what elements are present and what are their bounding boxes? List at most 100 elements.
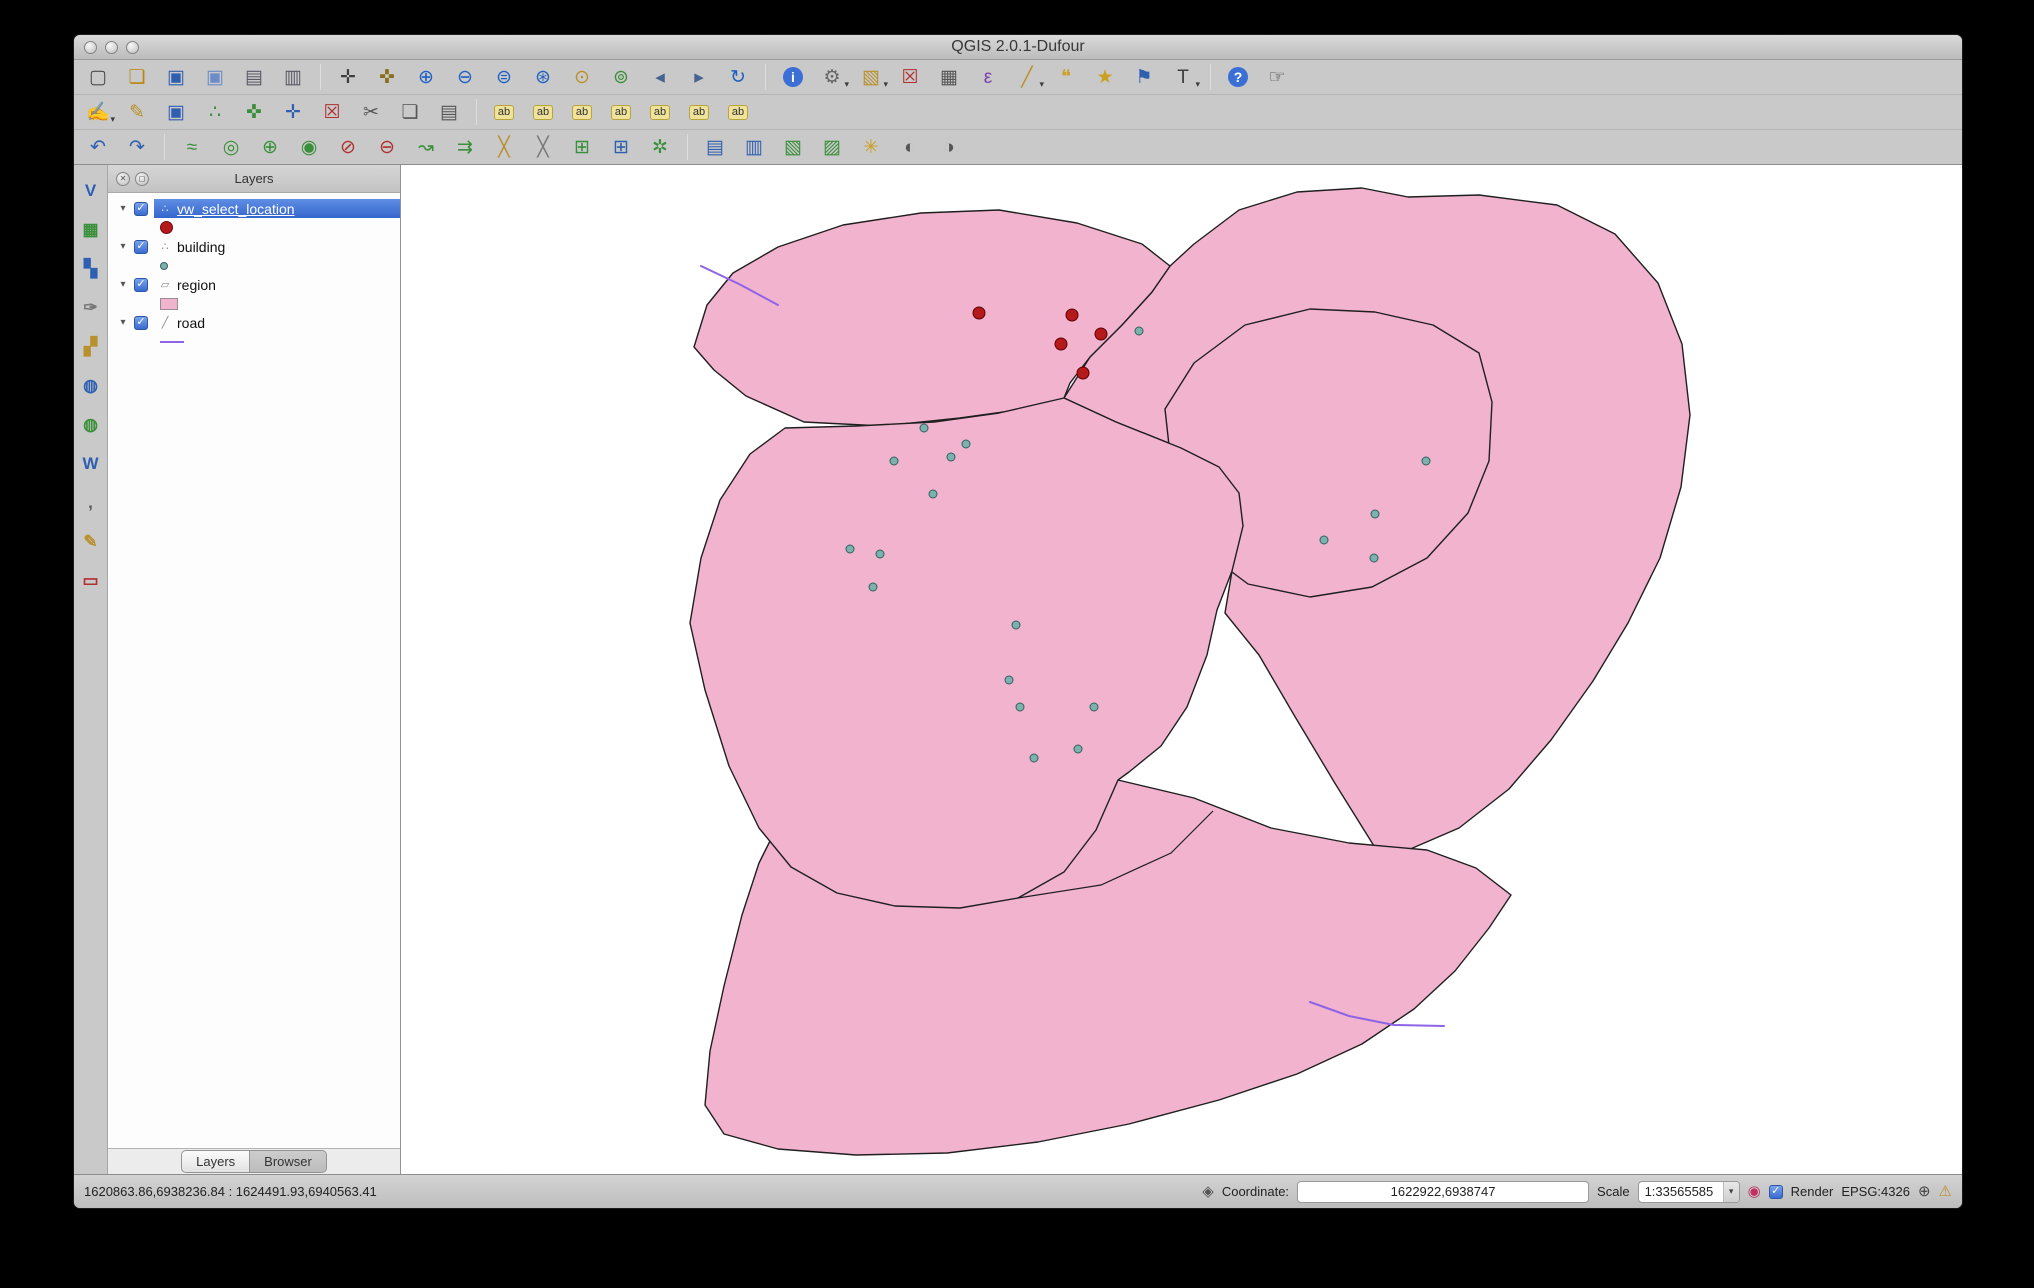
layer-row-region[interactable]: ▾ ✓ ▱region xyxy=(108,275,400,294)
panel-float-button[interactable]: ◻ xyxy=(135,172,149,186)
tab-layers[interactable]: Layers xyxy=(181,1150,250,1173)
increase-contrast-button[interactable]: ◐ xyxy=(896,133,924,161)
undo-button[interactable]: ↶ xyxy=(84,133,112,161)
add-raster-layer-button[interactable]: ▦ xyxy=(78,216,104,242)
zoom-to-selection-button[interactable]: ⊙ xyxy=(568,63,596,91)
label-pin-button[interactable]: ab xyxy=(568,98,596,126)
road-symbol[interactable] xyxy=(160,341,184,343)
tab-browser[interactable]: Browser xyxy=(250,1150,327,1173)
pan-map-button[interactable]: ✛ xyxy=(334,63,362,91)
log-messages-icon[interactable]: ⚠ xyxy=(1939,1184,1952,1199)
zoom-to-layer-button[interactable]: ⊚ xyxy=(607,63,635,91)
copy-features-button[interactable]: ❏ xyxy=(396,98,424,126)
add-ring-button[interactable]: ◎ xyxy=(217,133,245,161)
add-wcs-layer-button[interactable]: ◍ xyxy=(78,411,104,437)
increase-brightness-button[interactable]: ✳ xyxy=(857,133,885,161)
layer-name-area[interactable]: ∴vw_select_location xyxy=(154,199,400,218)
scale-combo[interactable]: 1:33565585 ▾ xyxy=(1638,1181,1740,1203)
reshape-features-button[interactable]: ↝ xyxy=(412,133,440,161)
histogram-stretch-full-button[interactable]: ▥ xyxy=(740,133,768,161)
text-annotation-button[interactable]: T▾ xyxy=(1169,63,1197,91)
select-features-button[interactable]: ▧▾ xyxy=(857,63,885,91)
minimize-window-button[interactable] xyxy=(105,41,118,54)
layer-name-area[interactable]: ▱region xyxy=(154,275,400,294)
fill-ring-button[interactable]: ◉ xyxy=(295,133,323,161)
mouse-position-toggle-icon[interactable]: ◈ xyxy=(1202,1184,1214,1199)
delete-selected-button[interactable]: ☒ xyxy=(318,98,346,126)
simplify-feature-button[interactable]: ≈ xyxy=(178,133,206,161)
save-project-as-button[interactable]: ▣ xyxy=(201,63,229,91)
coordinate-input[interactable] xyxy=(1297,1181,1589,1203)
layer-visibility-checkbox[interactable]: ✓ xyxy=(134,202,148,216)
current-edits-dropdown-arrow-icon[interactable]: ▾ xyxy=(110,114,115,125)
label-show-hide-button[interactable]: ab xyxy=(607,98,635,126)
save-layer-edits-button[interactable]: ▣ xyxy=(162,98,190,126)
zoom-full-button[interactable]: ⊛ xyxy=(529,63,557,91)
layer-name-area[interactable]: ╱road xyxy=(154,313,400,332)
redo-button[interactable]: ↷ xyxy=(123,133,151,161)
label-move-button[interactable]: ab xyxy=(646,98,674,126)
layer-row-vw_select_location[interactable]: ▾ ✓ ∴vw_select_location xyxy=(108,199,400,218)
building-symbol[interactable] xyxy=(160,262,168,270)
move-feature-button[interactable]: ✜ xyxy=(240,98,268,126)
add-part-button[interactable]: ⊕ xyxy=(256,133,284,161)
label-rotate-button[interactable]: ab xyxy=(685,98,713,126)
decrease-contrast-button[interactable]: ◑ xyxy=(935,133,963,161)
save-project-button[interactable]: ▣ xyxy=(162,63,190,91)
open-project-button[interactable]: ❏ xyxy=(123,63,151,91)
layer-row-road[interactable]: ▾✓╱road xyxy=(108,313,400,332)
new-shapefile-layer-button[interactable]: ✎ xyxy=(78,528,104,554)
zoom-out-button[interactable]: ⊖ xyxy=(451,63,479,91)
delete-ring-button[interactable]: ⊘ xyxy=(334,133,362,161)
paste-features-button[interactable]: ▤ xyxy=(435,98,463,126)
current-edits-button[interactable]: ✍▾ xyxy=(84,98,112,126)
layer-row-building[interactable]: ▾ ✓ ∴building xyxy=(108,237,400,256)
split-features-button[interactable]: ╳ xyxy=(490,133,518,161)
offset-curve-button[interactable]: ⇉ xyxy=(451,133,479,161)
show-bookmarks-button[interactable]: ⚑ xyxy=(1130,63,1158,91)
run-feature-action-button[interactable]: ⚙▾ xyxy=(818,63,846,91)
identify-features-button[interactable]: i xyxy=(779,63,807,91)
cut-features-button[interactable]: ✂ xyxy=(357,98,385,126)
layer-name-area[interactable]: ∴building xyxy=(154,237,400,256)
field-calculator-button[interactable]: ε xyxy=(974,63,1002,91)
expand-triangle-icon[interactable]: ▾ xyxy=(118,203,128,214)
histogram-stretch-local-button[interactable]: ▤ xyxy=(701,133,729,161)
deselect-all-button[interactable]: ☒ xyxy=(896,63,924,91)
pan-to-selection-button[interactable]: ✜ xyxy=(373,63,401,91)
select-features-dropdown-arrow-icon[interactable]: ▾ xyxy=(883,79,888,90)
new-bookmark-button[interactable]: ★ xyxy=(1091,63,1119,91)
zoom-in-button[interactable]: ⊕ xyxy=(412,63,440,91)
map-canvas[interactable] xyxy=(401,165,1962,1174)
merge-attributes-button[interactable]: ⊞ xyxy=(607,133,635,161)
layer-visibility-checkbox[interactable]: ✓ xyxy=(134,240,148,254)
labeling-button[interactable]: ab xyxy=(490,98,518,126)
measure-button[interactable]: ╱▾ xyxy=(1013,63,1041,91)
add-wms-layer-button[interactable]: ◍ xyxy=(78,372,104,398)
text-annotation-dropdown-arrow-icon[interactable]: ▾ xyxy=(1195,79,1200,90)
map-tips-button[interactable]: ❝ xyxy=(1052,63,1080,91)
split-parts-button[interactable]: ╳ xyxy=(529,133,557,161)
add-vector-layer-button[interactable]: V xyxy=(78,177,104,203)
run-feature-action-dropdown-arrow-icon[interactable]: ▾ xyxy=(844,79,849,90)
composer-manager-button[interactable]: ▥ xyxy=(279,63,307,91)
expand-triangle-icon[interactable]: ▾ xyxy=(118,241,128,252)
map-refresh-button[interactable]: ↻ xyxy=(724,63,752,91)
help-contents-button[interactable]: ? xyxy=(1224,63,1252,91)
layer-visibility-checkbox[interactable]: ✓ xyxy=(134,316,148,330)
expand-triangle-icon[interactable]: ▾ xyxy=(118,279,128,290)
layer-visibility-checkbox[interactable]: ✓ xyxy=(134,278,148,292)
vw_select_location-symbol[interactable] xyxy=(160,221,173,234)
new-gpx-layer-button[interactable]: ▭ xyxy=(78,567,104,593)
open-attribute-table-button[interactable]: ▦ xyxy=(935,63,963,91)
delete-part-button[interactable]: ⊖ xyxy=(373,133,401,161)
cumulative-stretch-local-button[interactable]: ▧ xyxy=(779,133,807,161)
scale-dropdown-arrow-icon[interactable]: ▾ xyxy=(1723,1182,1739,1202)
add-postgis-layer-button[interactable]: ▚ xyxy=(78,255,104,281)
add-delimited-text-layer-button[interactable]: , xyxy=(78,489,104,515)
render-checkbox[interactable]: ✓ xyxy=(1769,1185,1783,1199)
add-mssql-layer-button[interactable]: ▞ xyxy=(78,333,104,359)
label-properties-button[interactable]: ab xyxy=(724,98,752,126)
crs-status-icon[interactable]: ⊕ xyxy=(1918,1184,1931,1199)
toggle-editing-button[interactable]: ✎ xyxy=(123,98,151,126)
